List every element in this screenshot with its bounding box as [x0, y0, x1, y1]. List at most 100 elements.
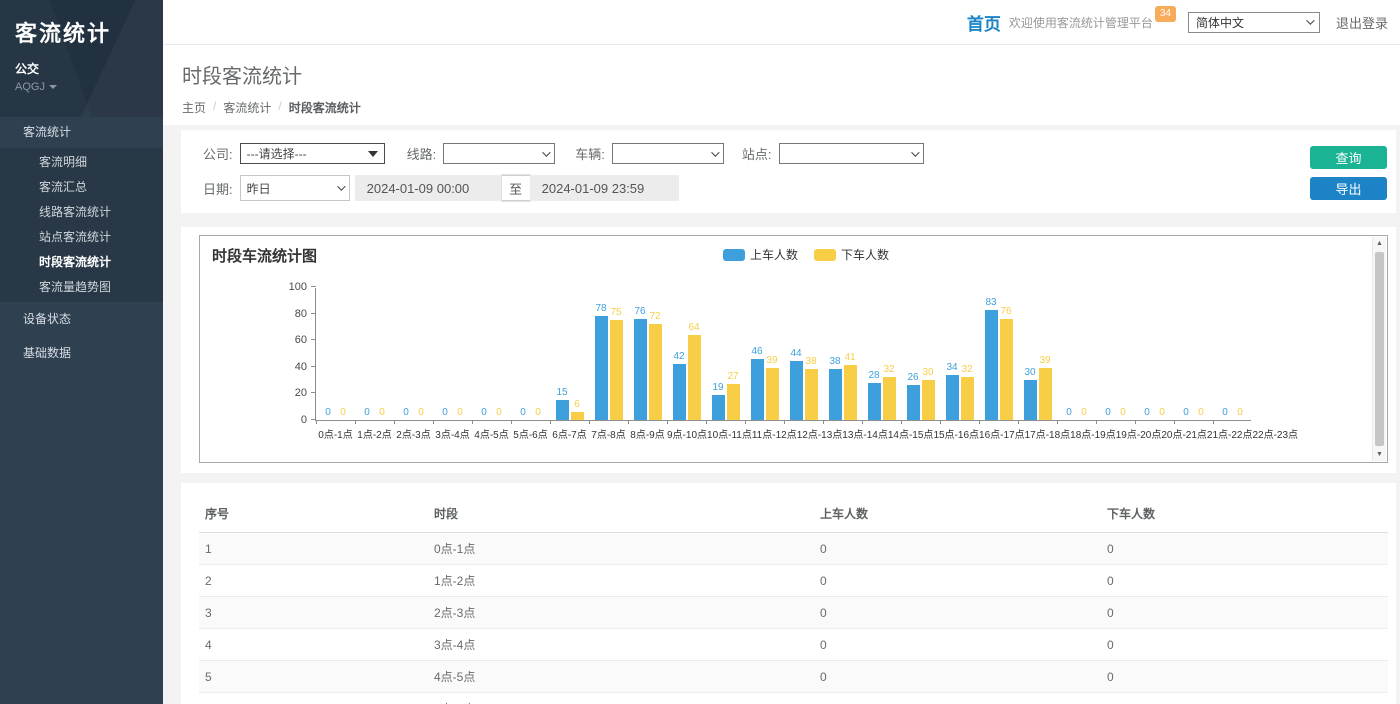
station-select[interactable] — [779, 143, 924, 164]
bar-value-label: 0 — [1222, 408, 1228, 418]
company-select[interactable]: ---请选择--- — [240, 143, 385, 164]
chart-legend: 上车人数下车人数 — [723, 246, 889, 263]
bar-value-label: 6 — [574, 400, 580, 410]
sidebar-submenu: 客流明细客流汇总线路客流统计站点客流统计时段客流统计客流量趋势图 — [0, 148, 163, 302]
home-link[interactable]: 首页 — [967, 10, 1001, 35]
company-label: 公司: — [203, 144, 233, 163]
bar-group-14: 2832 — [862, 287, 901, 420]
sidebar-item-2[interactable]: 客流汇总 — [0, 175, 163, 200]
language-select[interactable]: 简体中文 — [1188, 12, 1320, 33]
bar-group-3: 00 — [433, 287, 472, 420]
bar-value-label: 0 — [403, 408, 409, 418]
page-heading: 时段客流统计 主页/客流统计/时段客流统计 — [163, 45, 1400, 125]
date-to-input[interactable]: 2024-01-09 23:59 — [530, 175, 679, 201]
bar: 0 — [361, 408, 374, 420]
table-cell: 0 — [814, 565, 1101, 597]
date-from-input[interactable]: 2024-01-09 00:00 — [355, 175, 502, 201]
breadcrumb-item-1[interactable]: 客流统计 — [223, 99, 271, 116]
scroll-down-icon[interactable]: ▼ — [1373, 451, 1386, 458]
chevron-down-icon — [337, 182, 345, 190]
bar-value-label: 39 — [1039, 356, 1050, 366]
scroll-up-icon[interactable]: ▲ — [1373, 240, 1386, 247]
bar: 6 — [571, 400, 584, 420]
bar-fill — [751, 359, 764, 420]
table-cell: 4点-5点 — [428, 661, 814, 693]
sidebar-item-7[interactable]: 设备状态 — [0, 302, 163, 336]
bar-fill — [556, 400, 569, 420]
bar-group-22: 00 — [1174, 287, 1213, 420]
legend-item[interactable]: 下车人数 — [814, 246, 889, 263]
table-cell: 0 — [1101, 565, 1388, 597]
filter-panel: 公司: ---请选择--- 线路: 车辆: 站点: — [181, 130, 1396, 213]
logout-link[interactable]: 退出登录 — [1336, 13, 1388, 32]
sidebar-item-5[interactable]: 时段客流统计 — [0, 250, 163, 275]
sidebar-item-4[interactable]: 站点客流统计 — [0, 225, 163, 250]
legend-item[interactable]: 上车人数 — [723, 246, 798, 263]
user-dropdown[interactable]: AQGJ — [15, 81, 163, 93]
breadcrumb-item-0[interactable]: 主页 — [182, 99, 206, 116]
sidebar-header: 客流统计 公交 AQGJ — [0, 0, 163, 117]
breadcrumb: 主页/客流统计/时段客流统计 — [182, 99, 1400, 116]
sidebar-item-3[interactable]: 线路客流统计 — [0, 200, 163, 225]
sidebar-item-0[interactable]: 客流统计 — [0, 117, 163, 148]
user-name: AQGJ — [15, 81, 45, 93]
y-tick-label: 0 — [301, 414, 307, 426]
bar-fill — [673, 364, 686, 420]
bar-fill — [1039, 368, 1052, 420]
table-cell: 3 — [199, 597, 428, 629]
company-value: ---请选择--- — [247, 145, 307, 162]
bar-group-0: 00 — [316, 287, 355, 420]
table-column-header: 下车人数 — [1101, 497, 1388, 533]
bar: 76 — [1000, 307, 1013, 420]
bar-value-label: 72 — [649, 312, 660, 322]
y-tick-label: 60 — [295, 334, 307, 346]
date-preset-select[interactable]: 昨日 — [240, 175, 350, 201]
bar-value-label: 0 — [1081, 408, 1087, 418]
bar: 0 — [337, 408, 350, 420]
notification-badge: 34 — [1155, 6, 1176, 22]
bar: 44 — [790, 349, 803, 420]
bar: 42 — [673, 352, 686, 420]
bar-fill — [985, 310, 998, 420]
bar-value-label: 0 — [1144, 408, 1150, 418]
x-tick-label: 1点-2点 — [355, 426, 394, 441]
bar-group-18: 3039 — [1018, 287, 1057, 420]
bar-value-label: 0 — [325, 408, 331, 418]
bar-group-11: 4639 — [745, 287, 784, 420]
export-button[interactable]: 导出 — [1310, 177, 1387, 200]
scrollbar-thumb[interactable] — [1375, 252, 1384, 446]
vehicle-select[interactable] — [612, 143, 724, 164]
line-select[interactable] — [443, 143, 555, 164]
bar: 39 — [1039, 356, 1052, 420]
bar-fill — [649, 324, 662, 420]
sidebar-menu: 客流统计客流明细客流汇总线路客流统计站点客流统计时段客流统计客流量趋势图设备状态… — [0, 117, 163, 370]
sidebar-item-1[interactable]: 客流明细 — [0, 150, 163, 175]
sidebar-item-8[interactable]: 基础数据 — [0, 336, 163, 370]
bar-fill — [1000, 319, 1013, 420]
bar-value-label: 39 — [766, 356, 777, 366]
x-tick-label: 6点-7点 — [550, 426, 589, 441]
bar-value-label: 0 — [481, 408, 487, 418]
legend-swatch — [723, 249, 745, 261]
org-name: 公交 — [15, 60, 163, 77]
table-cell: 2点-3点 — [428, 597, 814, 629]
x-tick-label: 5点-6点 — [511, 426, 550, 441]
sidebar-item-6[interactable]: 客流量趋势图 — [0, 275, 163, 300]
date-label: 日期: — [203, 179, 233, 198]
bar-value-label: 83 — [985, 298, 996, 308]
chart-plot: 0000000000001567875767242641927463944383… — [315, 288, 1251, 421]
table-row: 32点-3点00 — [199, 597, 1388, 629]
query-button[interactable]: 查询 — [1310, 146, 1387, 169]
x-tick-label: 10点-11点 — [707, 426, 752, 441]
date-preset-value: 昨日 — [247, 180, 271, 197]
bar-value-label: 0 — [1105, 408, 1111, 418]
bar-fill — [844, 365, 857, 420]
bar: 0 — [454, 408, 467, 420]
chart-scrollbar[interactable]: ▲ ▼ — [1372, 237, 1386, 461]
bar-group-17: 83 76 — [979, 287, 1018, 420]
table-row: 65点-6点00 — [199, 693, 1388, 704]
bar-value-label: 0 — [364, 408, 370, 418]
bar: 28 — [868, 371, 881, 420]
bar-value-label: 0 — [379, 408, 385, 418]
breadcrumb-separator: / — [278, 99, 281, 116]
